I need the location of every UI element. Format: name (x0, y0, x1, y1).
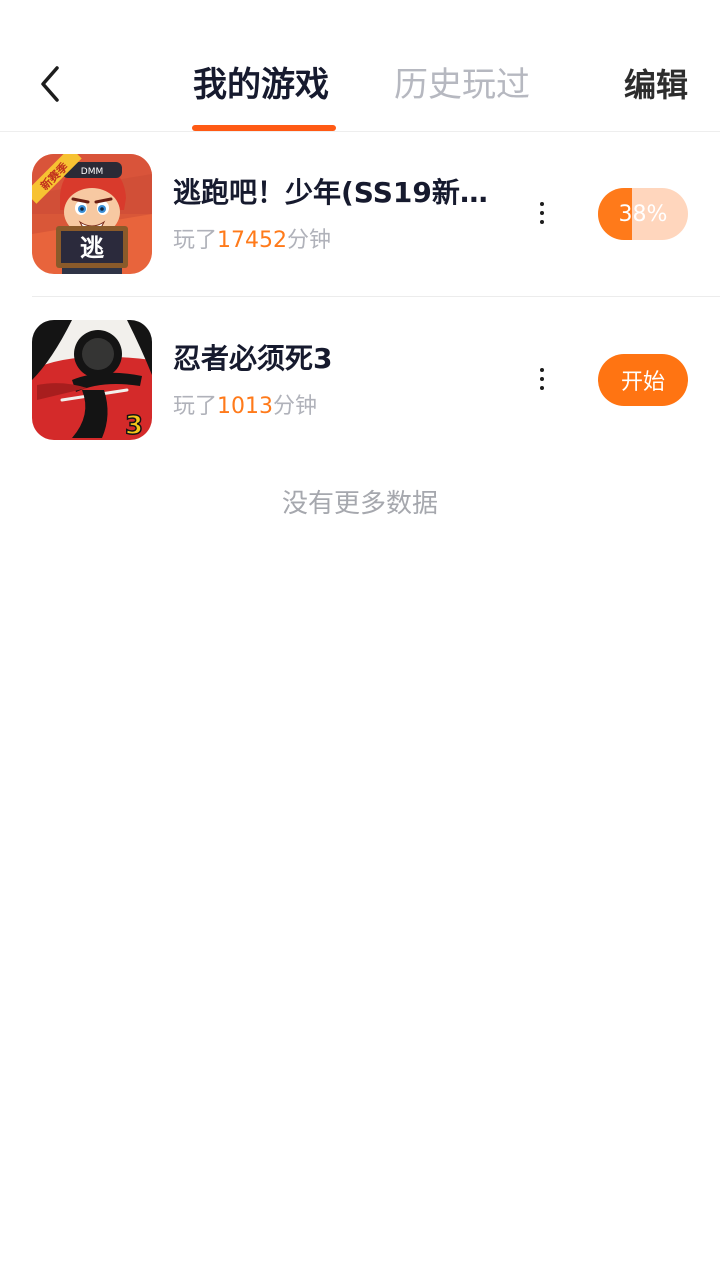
back-button[interactable] (26, 60, 74, 108)
no-more-data-text: 没有更多数据 (281, 489, 438, 519)
more-options-button[interactable] (526, 193, 558, 233)
tab-my-games[interactable]: 我的游戏 (193, 60, 329, 110)
icon-number-text: 3 (125, 411, 143, 440)
game-title[interactable]: 逃跑吧！少年(SS19新赛季) (173, 173, 493, 213)
icon-brand-text: DMM (81, 167, 103, 177)
playtime-suffix: 分钟 (273, 394, 318, 419)
playtime-prefix: 玩了 (173, 394, 218, 419)
progress-label: 38% (618, 201, 668, 227)
playtime-prefix: 玩了 (173, 228, 218, 253)
start-game-button[interactable]: 开始 (598, 354, 688, 406)
tab-history-played[interactable]: 历史玩过 (394, 60, 530, 110)
download-progress-button[interactable]: 38% (598, 188, 688, 240)
chevron-left-icon (41, 66, 59, 102)
playtime-minutes: 1013 (217, 394, 274, 419)
game-row-escape[interactable]: DMM 逃 新赛季 逃跑吧！少年(SS19新赛 玩了17452分钟 38% (0, 131, 720, 297)
more-options-button[interactable] (526, 359, 558, 399)
escape-game-art: DMM 逃 新赛季 (32, 154, 152, 274)
icon-sign-text: 逃 (80, 234, 104, 262)
game-icon-ninja[interactable]: 3 (32, 320, 152, 440)
more-vertical-icon-dot (540, 377, 544, 381)
more-vertical-icon-dot (540, 220, 544, 224)
game-playtime: 玩了17452分钟 (173, 225, 331, 257)
playtime-suffix: 分钟 (287, 228, 332, 253)
more-vertical-icon (540, 202, 544, 206)
game-icon-escape[interactable]: DMM 逃 新赛季 (32, 154, 152, 274)
ninja-game-art: 3 (32, 320, 152, 440)
edit-button[interactable]: 编辑 (624, 60, 688, 110)
game-title[interactable]: 忍者必须死3 (173, 339, 493, 379)
game-playtime: 玩了1013分钟 (173, 391, 317, 423)
more-vertical-icon-dot (540, 386, 544, 390)
top-bar: 我的游戏 历史玩过 编辑 (0, 0, 720, 132)
more-vertical-icon-dot (540, 211, 544, 215)
game-row-ninja[interactable]: 3 忍者必须死3 玩了1013分钟 开始 (0, 297, 720, 463)
playtime-minutes: 17452 (217, 228, 288, 253)
my-games-page: 我的游戏 历史玩过 编辑 DMM 逃 新赛季 逃跑吧！少年(SS19新赛 玩了1… (0, 0, 720, 1280)
more-vertical-icon (540, 368, 544, 372)
